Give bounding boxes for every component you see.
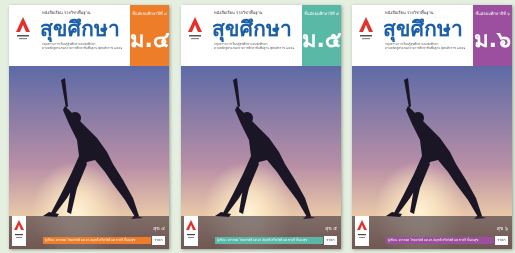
subtitle-line: ตามหลักสูตรแกนกลางการศึกษาขั้นพื้นฐาน พุ… <box>214 46 295 50</box>
publisher-mark: สุข ๕ <box>325 226 337 232</box>
grade-label: ม.๔ <box>130 28 169 53</box>
book-covers-stage: หนังสือเรียน รายวิชาพื้นฐาน สุขศึกษา กลุ่ม… <box>0 0 515 253</box>
corner-logo-icon <box>12 216 26 246</box>
publisher-logo-icon <box>187 17 203 45</box>
subtitle-line: ตามหลักสูตรแกนกลางการศึกษาขั้นพื้นฐาน พุ… <box>42 46 123 50</box>
cover-footer: ผู้เขียน: อรรถพล โชคสวัสดิ์ ผศ.ดร.อัญชลี… <box>43 236 165 245</box>
subtitle: กลุ่มสาระการเรียนรู้สุขศึกษาและพลศึกษา ตา… <box>385 42 473 50</box>
series-label: หนังสือเรียน รายวิชาพื้นฐาน <box>42 10 91 15</box>
grade-tag: ชั้นมัธยมศึกษาปีที่ ๕ <box>304 11 339 16</box>
grade-band: ชั้นมัธยมศึกษาปีที่ ๔ม.๔ <box>130 5 169 66</box>
book-title: สุขศึกษา <box>383 17 464 41</box>
cover-header: หนังสือเรียน รายวิชาพื้นฐานสุขศึกษา กลุ่ม… <box>352 5 512 66</box>
book-cover[interactable]: หนังสือเรียน รายวิชาพื้นฐานสุขศึกษา กลุ่ม… <box>9 5 169 249</box>
series-label: หนังสือเรียน รายวิชาพื้นฐาน <box>385 10 434 15</box>
grade-band: ชั้นมัธยมศึกษาปีที่ ๖ม.๖ <box>473 5 512 66</box>
subtitle: กลุ่มสาระการเรียนรู้สุขศึกษาและพลศึกษา ตา… <box>42 42 130 50</box>
cover-footer: ผู้เขียน: อรรถพล โชคสวัสดิ์ ผศ.ดร.อัญชลี… <box>215 236 337 245</box>
grade-label: ม.๖ <box>474 28 511 53</box>
series-label: หนังสือเรียน รายวิชาพื้นฐาน <box>214 10 263 15</box>
publisher-logo-icon <box>358 17 374 45</box>
authors-bar: ผู้เขียน: อรรถพล โชคสวัสดิ์ ผศ.ดร.อัญชลี… <box>43 237 151 244</box>
price-tag: ราคา <box>324 236 337 245</box>
book-title: สุขศึกษา <box>40 17 121 41</box>
book-title: สุขศึกษา <box>212 17 293 41</box>
price-tag: ราคา <box>495 236 508 245</box>
book-cover[interactable]: หนังสือเรียน รายวิชาพื้นฐานสุขศึกษา กลุ่ม… <box>181 5 341 249</box>
book-cover[interactable]: หนังสือเรียน รายวิชาพื้นฐานสุขศึกษา กลุ่ม… <box>352 5 512 249</box>
publisher-mark: สุข ๔ <box>153 226 165 232</box>
corner-logo-icon <box>355 216 369 246</box>
cover-header: หนังสือเรียน รายวิชาพื้นฐานสุขศึกษา กลุ่ม… <box>9 5 169 66</box>
corner-logo-icon <box>184 216 198 246</box>
subtitle: กลุ่มสาระการเรียนรู้สุขศึกษาและพลศึกษา ตา… <box>214 42 302 50</box>
yoga-silhouette-photo <box>181 66 341 249</box>
cover-header: หนังสือเรียน รายวิชาพื้นฐานสุขศึกษา กลุ่ม… <box>181 5 341 66</box>
subtitle-line: ตามหลักสูตรแกนกลางการศึกษาขั้นพื้นฐาน พุ… <box>385 46 466 50</box>
grade-tag: ชั้นมัธยมศึกษาปีที่ ๔ <box>132 11 167 16</box>
authors-bar: ผู้เขียน: อรรถพล โชคสวัสดิ์ ผศ.ดร.อัญชลี… <box>386 237 494 244</box>
cover-footer: ผู้เขียน: อรรถพล โชคสวัสดิ์ ผศ.ดร.อัญชลี… <box>386 236 508 245</box>
grade-band: ชั้นมัธยมศึกษาปีที่ ๕ม.๕ <box>302 5 341 66</box>
publisher-mark: สุข ๖ <box>496 226 508 232</box>
grade-label: ม.๕ <box>302 28 341 53</box>
yoga-silhouette-photo <box>9 66 169 249</box>
publisher-logo-icon <box>15 17 31 45</box>
price-tag: ราคา <box>152 236 165 245</box>
yoga-silhouette-photo <box>352 66 512 249</box>
grade-tag: ชั้นมัธยมศึกษาปีที่ ๖ <box>475 11 510 16</box>
authors-bar: ผู้เขียน: อรรถพล โชคสวัสดิ์ ผศ.ดร.อัญชลี… <box>215 237 323 244</box>
